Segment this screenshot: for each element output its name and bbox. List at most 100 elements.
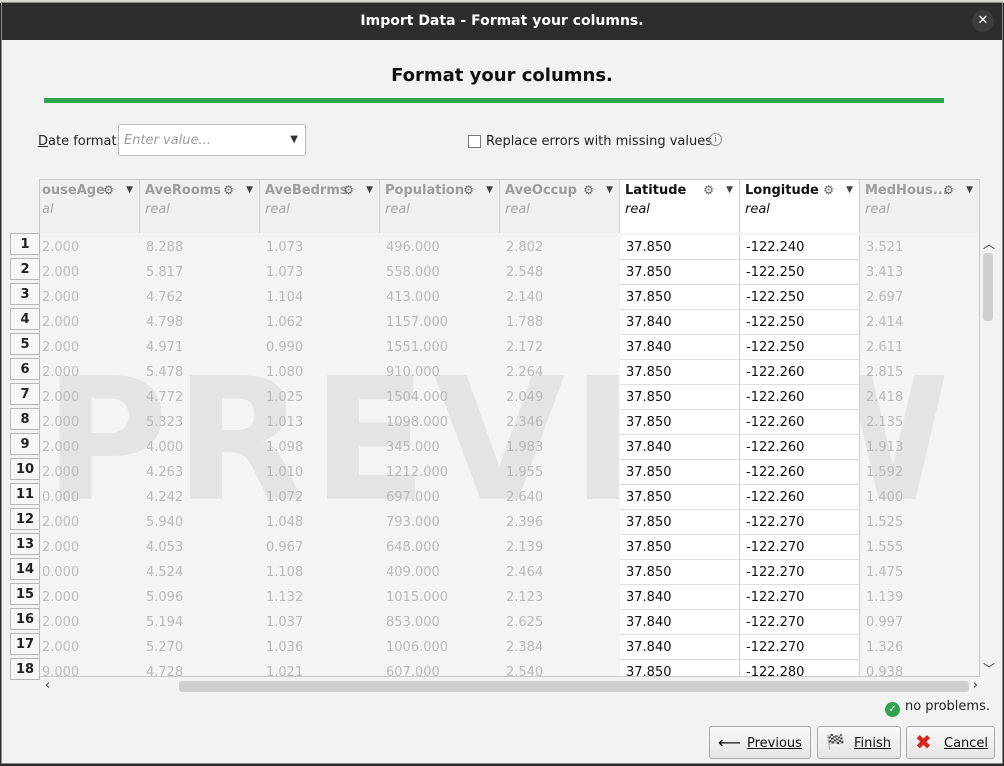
- date-format-placeholder[interactable]: Enter value...: [124, 133, 211, 148]
- table-cell[interactable]: 37.840: [620, 635, 740, 660]
- gear-icon[interactable]: ⚙: [103, 183, 114, 197]
- table-cell: 2.540: [506, 665, 544, 677]
- table-cell[interactable]: 37.850: [620, 410, 740, 435]
- table-cell: 2.697: [866, 290, 904, 305]
- date-format-combobox[interactable]: Enter value... ▼: [118, 124, 306, 156]
- table-cell: 1.525: [866, 515, 904, 530]
- chevron-down-icon[interactable]: ▼: [846, 185, 853, 195]
- chevron-down-icon[interactable]: ▼: [126, 185, 133, 195]
- table-cell: 1006.000: [386, 640, 449, 655]
- table-cell: 4.798: [146, 315, 184, 330]
- chevron-down-icon[interactable]: ﹀: [983, 660, 995, 677]
- chevron-down-icon[interactable]: ▼: [246, 185, 253, 195]
- chevron-down-icon[interactable]: ▼: [726, 185, 733, 195]
- date-format-label: Date format: [38, 134, 117, 149]
- column-header[interactable]: ouseAge ⚙ ▼ al: [40, 180, 140, 233]
- table-cell[interactable]: -122.260: [740, 410, 860, 435]
- table-cell[interactable]: -122.260: [740, 485, 860, 510]
- table-cell[interactable]: -122.250: [740, 285, 860, 310]
- table-cell[interactable]: 37.850: [620, 535, 740, 560]
- table-cell[interactable]: -122.240: [740, 235, 860, 260]
- table-cell[interactable]: -122.260: [740, 385, 860, 410]
- table-cell: 1504.000: [386, 390, 449, 405]
- table-cell: 2.000: [42, 540, 80, 555]
- gear-icon[interactable]: ⚙: [343, 183, 354, 197]
- table-cell: 4.971: [146, 340, 184, 355]
- table-cell: 1.326: [866, 640, 904, 655]
- finish-button[interactable]: 🏁 Finish: [817, 726, 901, 759]
- replace-errors-label[interactable]: Replace errors with missing values: [486, 134, 712, 149]
- gear-icon[interactable]: ⚙: [223, 183, 234, 197]
- replace-errors-checkbox[interactable]: [468, 135, 481, 148]
- table-row: 2.000 5.817 1.073 558.000 2.548 37.850 -122.25…: [40, 260, 979, 285]
- table-cell[interactable]: 37.840: [620, 585, 740, 610]
- column-header[interactable]: Population ⚙ ▼ real: [380, 180, 500, 233]
- column-name: Population: [385, 183, 465, 198]
- table-cell[interactable]: -122.250: [740, 310, 860, 335]
- horizontal-scroll-thumb[interactable]: [179, 681, 969, 692]
- table-cell: 2.000: [42, 390, 80, 405]
- table-cell: 2.000: [42, 240, 80, 255]
- chevron-down-icon[interactable]: ▼: [290, 134, 298, 145]
- column-header[interactable]: Latitude ⚙ ▼ real: [620, 180, 740, 233]
- table-cell[interactable]: -122.270: [740, 510, 860, 535]
- table-cell[interactable]: -122.260: [740, 460, 860, 485]
- table-cell[interactable]: -122.250: [740, 335, 860, 360]
- row-number: 9: [10, 433, 40, 455]
- chevron-down-icon[interactable]: ▼: [606, 185, 613, 195]
- close-icon[interactable]: ✕: [972, 10, 994, 32]
- column-header[interactable]: AveBedrms ⚙ ▼ real: [260, 180, 380, 233]
- table-cell[interactable]: -122.270: [740, 585, 860, 610]
- previous-button[interactable]: ⟵ Previous: [709, 726, 811, 759]
- gear-icon[interactable]: ⚙: [943, 183, 954, 197]
- table-cell[interactable]: 37.840: [620, 435, 740, 460]
- table-cell[interactable]: 37.850: [620, 560, 740, 585]
- horizontal-scrollbar[interactable]: ‹ ›: [39, 678, 980, 695]
- table-cell[interactable]: -122.260: [740, 435, 860, 460]
- table-cell[interactable]: -122.270: [740, 535, 860, 560]
- table-cell: 1.080: [266, 365, 304, 380]
- row-number: 17: [10, 633, 40, 655]
- table-cell[interactable]: 37.850: [620, 510, 740, 535]
- table-cell: 5.270: [146, 640, 184, 655]
- column-header[interactable]: AveOccup ⚙ ▼ real: [500, 180, 620, 233]
- column-header[interactable]: Longitude ⚙ ▼ real: [740, 180, 860, 233]
- table-cell[interactable]: 37.850: [620, 485, 740, 510]
- table-cell[interactable]: 37.850: [620, 285, 740, 310]
- table-cell[interactable]: 37.840: [620, 310, 740, 335]
- chevron-down-icon[interactable]: ▼: [366, 185, 373, 195]
- chevron-up-icon[interactable]: ︿: [983, 235, 995, 252]
- table-cell[interactable]: 37.850: [620, 660, 740, 676]
- info-icon[interactable]: i: [709, 133, 722, 146]
- table-cell[interactable]: -122.250: [740, 260, 860, 285]
- chevron-right-icon[interactable]: ›: [973, 678, 978, 693]
- table-cell[interactable]: 37.850: [620, 235, 740, 260]
- table-cell: 2.049: [506, 390, 544, 405]
- table-cell[interactable]: 37.840: [620, 610, 740, 635]
- gear-icon[interactable]: ⚙: [703, 183, 714, 197]
- gear-icon[interactable]: ⚙: [823, 183, 834, 197]
- table-cell: 558.000: [386, 265, 440, 280]
- table-cell[interactable]: -122.280: [740, 660, 860, 676]
- table-cell[interactable]: 37.850: [620, 260, 740, 285]
- chevron-down-icon[interactable]: ▼: [486, 185, 493, 195]
- vertical-scrollbar[interactable]: ︿ ﹀: [980, 235, 998, 677]
- table-cell[interactable]: 37.850: [620, 460, 740, 485]
- table-cell[interactable]: 37.850: [620, 360, 740, 385]
- column-header[interactable]: AveRooms ⚙ ▼ real: [140, 180, 260, 233]
- table-cell[interactable]: 37.840: [620, 335, 740, 360]
- table-cell: 2.140: [506, 290, 544, 305]
- cancel-button[interactable]: ✖ Cancel: [906, 726, 995, 759]
- gear-icon[interactable]: ⚙: [463, 183, 474, 197]
- table-cell[interactable]: 37.850: [620, 385, 740, 410]
- table-cell[interactable]: -122.270: [740, 635, 860, 660]
- table-cell[interactable]: -122.270: [740, 610, 860, 635]
- gear-icon[interactable]: ⚙: [583, 183, 594, 197]
- table-cell[interactable]: -122.270: [740, 560, 860, 585]
- table-cell[interactable]: -122.260: [740, 360, 860, 385]
- column-header[interactable]: MedHous... ⚙ ▼ real: [860, 180, 979, 233]
- vertical-scroll-thumb[interactable]: [983, 253, 993, 321]
- column-name: AveOccup: [505, 183, 577, 198]
- chevron-left-icon[interactable]: ‹: [45, 678, 50, 693]
- chevron-down-icon[interactable]: ▼: [966, 185, 973, 195]
